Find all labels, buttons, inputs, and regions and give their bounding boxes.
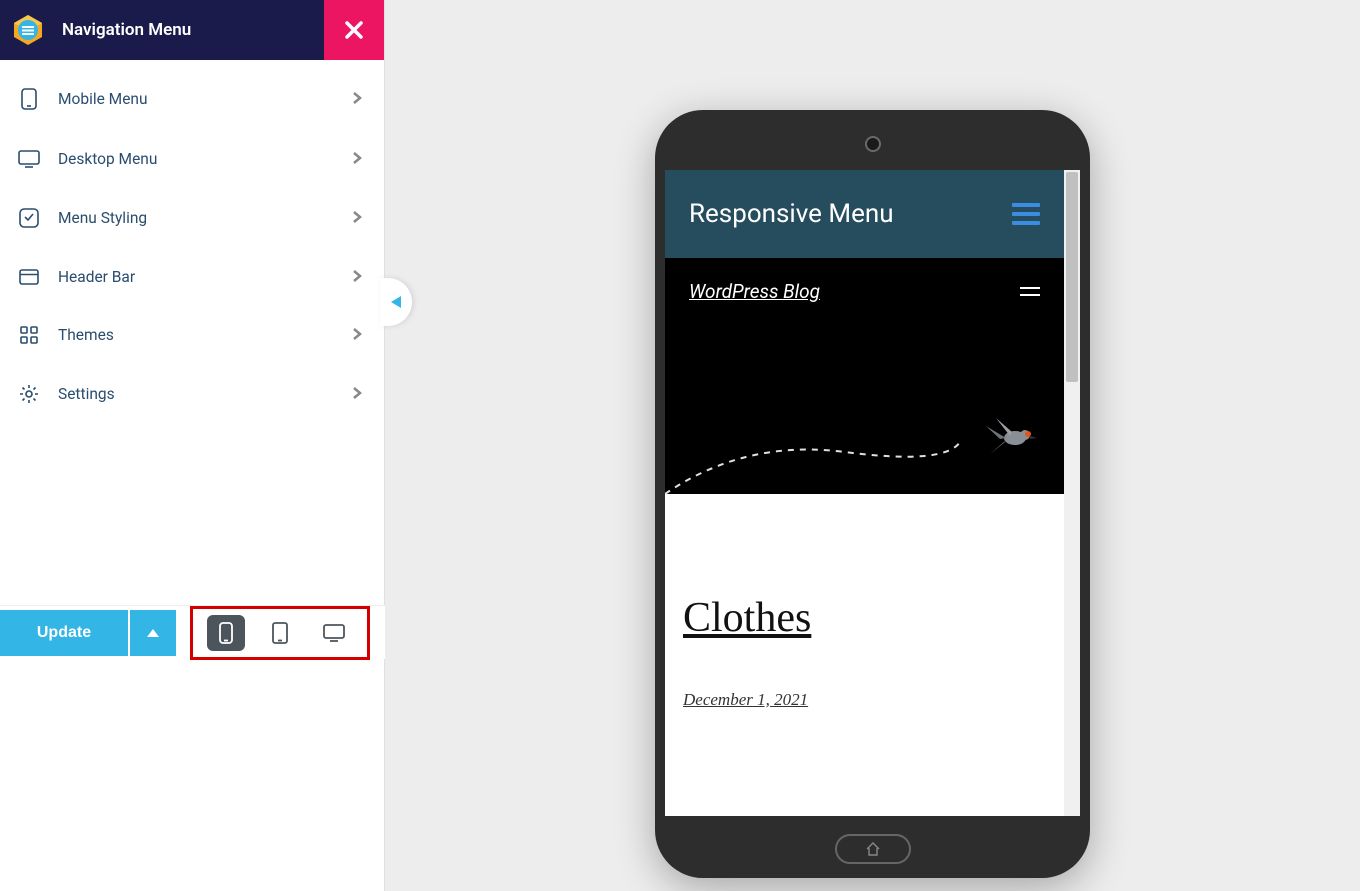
device-preview-group [190, 606, 370, 660]
header-bar-icon [18, 269, 40, 285]
chevron-right-icon [352, 385, 362, 404]
site-title-link[interactable]: WordPress Blog [689, 280, 820, 303]
sidebar-item-label: Menu Styling [58, 209, 147, 227]
mobile-icon [18, 88, 40, 110]
device-tablet-button[interactable] [261, 615, 299, 651]
menu-line-icon [1020, 294, 1040, 296]
responsive-menu-title: Responsive Menu [689, 199, 894, 229]
header-illustration [665, 404, 1064, 494]
phone-camera-icon [865, 136, 881, 152]
site-header: WordPress Blog [665, 258, 1064, 494]
close-button[interactable] [324, 0, 384, 60]
chevron-right-icon [352, 150, 362, 169]
tablet-icon [272, 622, 288, 644]
close-icon [345, 21, 363, 39]
gear-icon [18, 384, 40, 404]
chevron-right-icon [352, 209, 362, 228]
update-dropdown-button[interactable] [130, 610, 176, 656]
triangle-up-icon [147, 629, 159, 637]
styling-icon [18, 208, 40, 228]
sidebar-item-label: Header Bar [58, 268, 135, 286]
desktop-icon [18, 150, 40, 168]
chevron-right-icon [352, 326, 362, 345]
sidebar-bottom-bar: Update [0, 605, 385, 659]
bird-icon [982, 416, 1040, 458]
menu-line-icon [1020, 287, 1040, 289]
sidebar-item-label: Desktop Menu [58, 150, 157, 168]
device-mobile-button[interactable] [207, 615, 245, 651]
update-button[interactable]: Update [0, 610, 128, 656]
sidebar-item-header-bar[interactable]: Header Bar [0, 248, 384, 306]
hamburger-line-icon [1012, 221, 1040, 225]
phone-screen: Responsive Menu WordPress Blog [665, 170, 1080, 816]
phone-home-button[interactable] [835, 834, 911, 864]
sidebar-item-mobile-menu[interactable]: Mobile Menu [0, 68, 384, 130]
sidebar-item-label: Settings [58, 385, 115, 403]
sidebar-item-label: Themes [58, 326, 114, 344]
phone-preview-frame: Responsive Menu WordPress Blog [655, 110, 1090, 878]
hamburger-line-icon [1012, 203, 1040, 207]
sidebar-title: Navigation Menu [62, 20, 191, 40]
sidebar-header: Navigation Menu [0, 0, 384, 60]
sidebar-item-settings[interactable]: Settings [0, 364, 384, 424]
sidebar-item-desktop-menu[interactable]: Desktop Menu [0, 130, 384, 188]
post-date-link[interactable]: December 1, 2021 [683, 690, 808, 710]
sidebar-panel: Navigation Menu Mobile Menu Desktop Menu… [0, 0, 385, 891]
mobile-icon [219, 622, 233, 644]
chevron-right-icon [352, 268, 362, 287]
sidebar-item-menu-styling[interactable]: Menu Styling [0, 188, 384, 248]
hamburger-button[interactable] [1012, 203, 1040, 225]
sidebar-item-themes[interactable]: Themes [0, 306, 384, 364]
hamburger-line-icon [1012, 212, 1040, 216]
collapse-sidebar-button[interactable] [380, 278, 412, 326]
site-branding-row: WordPress Blog [689, 280, 1040, 303]
sidebar-menu-list: Mobile Menu Desktop Menu Menu Styling He… [0, 60, 384, 424]
post-content: Clothes December 1, 2021 [665, 494, 1064, 710]
chevron-right-icon [352, 90, 362, 109]
dashed-path-icon [665, 434, 965, 494]
site-menu-button[interactable] [1020, 287, 1040, 296]
responsive-menu-header: Responsive Menu [665, 170, 1064, 258]
home-icon [865, 842, 881, 856]
desktop-icon [323, 624, 345, 642]
app-logo [12, 14, 44, 46]
preview-scrollbar[interactable] [1064, 170, 1080, 816]
device-desktop-button[interactable] [315, 615, 353, 651]
sidebar-item-label: Mobile Menu [58, 90, 148, 108]
triangle-left-icon [391, 296, 401, 308]
post-title-link[interactable]: Clothes [683, 595, 811, 641]
grid-icon [18, 326, 40, 344]
